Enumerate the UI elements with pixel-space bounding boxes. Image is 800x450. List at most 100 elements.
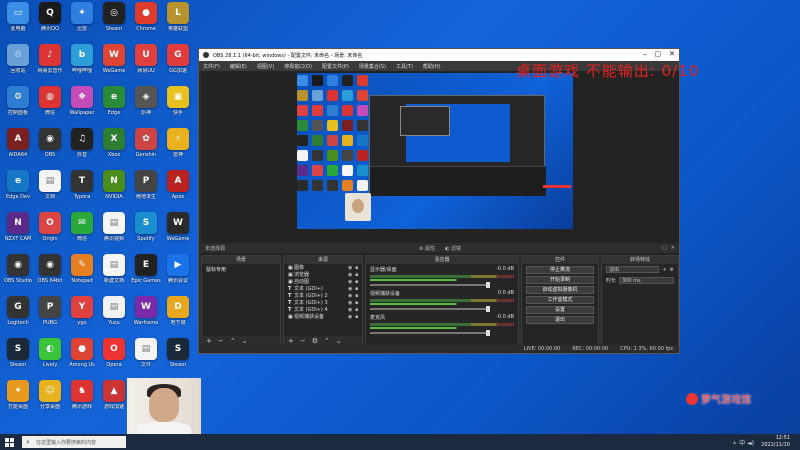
properties-button[interactable]: ⚙ 属性 xyxy=(419,245,435,252)
desktop-icon[interactable]: ✿ Genshin xyxy=(130,128,162,170)
desktop-icon[interactable]: W Warframe xyxy=(130,296,162,338)
desktop-icon[interactable]: ◐ Lively xyxy=(34,338,66,380)
move-down-icon[interactable]: ⌄ xyxy=(242,337,248,345)
desktop-icon[interactable]: U 网易UU xyxy=(130,44,162,86)
desktop-icon[interactable]: O Origin xyxy=(34,212,66,254)
move-up-icon[interactable]: ⌃ xyxy=(324,337,330,345)
move-down-icon[interactable]: ⌄ xyxy=(336,337,342,345)
desktop-icon[interactable]: O Opera xyxy=(98,338,130,380)
control-button[interactable]: 停止推流 xyxy=(526,266,594,274)
desktop-icon[interactable]: ♪ 网易云音乐 xyxy=(34,44,66,86)
volume-slider[interactable] xyxy=(370,330,490,336)
desktop-icon[interactable]: ▤ 文档 xyxy=(34,170,66,212)
desktop-icon[interactable]: ♫ 抖音 xyxy=(66,128,98,170)
obs-window[interactable]: OBS 28.1.1 (64-bit, windows) - 配置文件: 未命名… xyxy=(198,48,680,354)
source-item[interactable]: T 文本 (GDI+) 2 ◉ ▪ xyxy=(284,292,362,300)
visibility-eye-icon[interactable]: ◉ xyxy=(348,314,355,320)
source-item[interactable]: ▣ 自动图 ◉ ▪ xyxy=(284,278,362,286)
desktop-icon[interactable]: ◎ Steam xyxy=(98,2,130,44)
obs-menu-item[interactable]: 配置文件(P) xyxy=(322,63,349,70)
desktop-icon[interactable]: ✎ Notepad xyxy=(66,254,98,296)
obs-menu-item[interactable]: 帮助(H) xyxy=(423,63,441,70)
obs-menu-item[interactable]: 视图(V) xyxy=(257,63,274,70)
desktop-icon[interactable]: ▤ 文件 xyxy=(130,338,162,380)
desktop-icon[interactable]: ▤ 腾讯视频 xyxy=(98,212,130,254)
lock-icon[interactable]: ▪ xyxy=(355,293,362,299)
desktop-icon[interactable]: e Edge Dev xyxy=(2,170,34,212)
desktop-icon[interactable]: P PUBG xyxy=(34,296,66,338)
minimize-icon[interactable]: – xyxy=(643,50,647,58)
obs-menu-item[interactable]: 场景集合(S) xyxy=(359,63,386,70)
start-button[interactable] xyxy=(0,434,18,450)
desktop-icon[interactable]: ♲ 回收站 xyxy=(2,44,34,86)
desktop-icon[interactable]: S Steam xyxy=(2,338,34,380)
desktop-icon[interactable]: ❖ Wallpaper xyxy=(66,86,98,128)
desktop-icon[interactable]: ▤ 新建文档 xyxy=(98,254,130,296)
lock-icon[interactable]: ▪ xyxy=(355,279,362,285)
source-item[interactable]: ▣ 浏览器 ◉ ▪ xyxy=(284,271,362,279)
volume-slider[interactable] xyxy=(370,282,490,288)
maximize-icon[interactable]: ▢ xyxy=(655,50,662,58)
desktop-icon[interactable]: ▭ 此电脑 xyxy=(2,2,34,44)
volume-slider[interactable] xyxy=(370,306,490,312)
visibility-eye-icon[interactable]: ◉ xyxy=(348,293,355,299)
visibility-eye-icon[interactable]: ◉ xyxy=(348,265,355,271)
desktop-icon[interactable]: G GG加速 xyxy=(162,44,194,86)
desktop-icon[interactable]: b 哔哩哔哩 xyxy=(66,44,98,86)
desktop-icon[interactable]: L 英雄联盟 xyxy=(162,2,194,44)
lock-icon[interactable]: ▪ xyxy=(355,314,362,320)
source-item[interactable]: T 文本 (GDI+) 3 ◉ ▪ xyxy=(284,299,362,307)
desktop-icon[interactable]: W WeGame xyxy=(162,212,194,254)
visibility-eye-icon[interactable]: ◉ xyxy=(348,307,355,313)
lock-icon[interactable]: ▪ xyxy=(355,307,362,313)
obs-preview-area[interactable] xyxy=(201,71,679,261)
desktop-icon[interactable]: D 地下城 xyxy=(162,296,194,338)
add-source-icon[interactable]: + xyxy=(288,337,294,345)
desktop-icon[interactable]: S Spotify xyxy=(130,212,162,254)
transition-select[interactable]: 淡出 xyxy=(606,266,660,273)
desktop-icon[interactable]: ▤ Yuzu xyxy=(98,296,130,338)
desktop-icon[interactable]: ◈ 原神 xyxy=(130,86,162,128)
desktop-icon[interactable]: Q 腾讯QQ xyxy=(34,2,66,44)
scene-item[interactable]: 鼠标专用 xyxy=(202,264,280,275)
transition-settings-icon[interactable]: ⚙ xyxy=(670,267,674,273)
source-item[interactable]: T 文本 (GDI+) ◉ ▪ xyxy=(284,285,362,293)
visibility-eye-icon[interactable]: ◉ xyxy=(348,279,355,285)
desktop-icon[interactable]: ◉ OBS Studio xyxy=(2,254,34,296)
desktop-icon[interactable]: E Epic Games xyxy=(130,254,162,296)
desktop-icon[interactable]: ✦ 万能桌面 xyxy=(2,380,34,422)
desktop-icon[interactable]: A AIDA64 xyxy=(2,128,34,170)
volume-slider-handle[interactable] xyxy=(486,330,490,336)
lock-icon[interactable]: ▪ xyxy=(355,286,362,292)
volume-slider-handle[interactable] xyxy=(486,282,490,288)
transition-add-icon[interactable]: + xyxy=(662,267,666,273)
visibility-eye-icon[interactable]: ◉ xyxy=(348,272,355,278)
dock-float-icon[interactable]: ▢ xyxy=(662,245,667,251)
control-button[interactable]: 工作室模式 xyxy=(526,296,594,304)
scenes-list[interactable]: 鼠标专用 xyxy=(202,264,280,275)
desktop-icon[interactable]: ▣ 快手 xyxy=(162,86,194,128)
control-button[interactable]: 退出 xyxy=(526,316,594,324)
source-item[interactable]: ▣ 视频捕获设备 ◉ ▪ xyxy=(284,313,362,321)
desktop-icon[interactable]: T Typora xyxy=(66,170,98,212)
desktop-icon[interactable]: ⚙ 控制面板 xyxy=(2,86,34,128)
desktop-icon[interactable]: ✦ 迅雷 xyxy=(66,2,98,44)
filters-button[interactable]: ◐ 滤镜 xyxy=(445,245,461,252)
desktop-icon[interactable]: ▶ 腾讯会议 xyxy=(162,254,194,296)
desktop-icon[interactable]: ● Chrome xyxy=(130,2,162,44)
desktop-icon[interactable]: W WeGame xyxy=(98,44,130,86)
desktop-icon[interactable]: ✉ 微信 xyxy=(66,212,98,254)
desktop-icon[interactable]: ◍ 微信 xyxy=(34,86,66,128)
source-item[interactable]: ▣ 图像 ◉ ▪ xyxy=(284,264,362,272)
system-tray-icons[interactable]: ㅅ 中 ◄) xyxy=(732,438,754,447)
desktop-icon[interactable]: ⚡ 雷神 xyxy=(162,128,194,170)
taskbar-search-input[interactable]: ⌕ 在这里输入你要搜索的内容 xyxy=(22,436,126,448)
lock-icon[interactable]: ▪ xyxy=(355,265,362,271)
desktop-icon[interactable]: ▲ 游戏加速 xyxy=(98,380,130,422)
duration-input[interactable]: 300 ms xyxy=(619,277,674,284)
desktop-icon[interactable]: ◉ OBS 64bit xyxy=(34,254,66,296)
desktop-icon[interactable]: N NZXT CAM xyxy=(2,212,34,254)
sources-list[interactable]: ▣ 图像 ◉ ▪ ▣ 浏览器 ◉ ▪ ▣ 自动图 ◉ ▪ T 文本 (GDI+) ◉ ▪ T 文本 (GDI+) … xyxy=(284,264,362,321)
close-icon[interactable]: ✕ xyxy=(669,50,675,58)
volume-slider-handle[interactable] xyxy=(486,306,490,312)
